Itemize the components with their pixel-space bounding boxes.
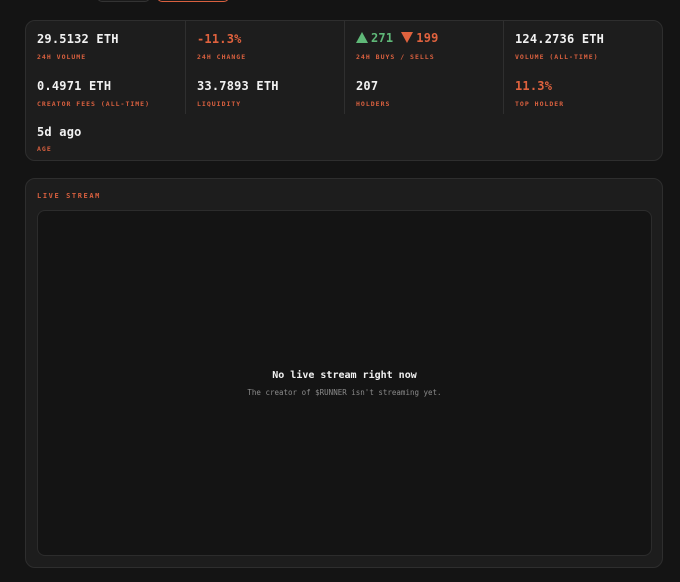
stat-24h-buys-sells: 271 199 24H BUYS / SELLS xyxy=(344,21,503,67)
stat-top-holder: 11.3% TOP HOLDER xyxy=(503,67,662,114)
top-tab-button-active[interactable] xyxy=(157,0,229,2)
stat-value: 33.7893 ETH xyxy=(197,79,279,93)
stat-label: TOP HOLDER xyxy=(515,100,565,108)
stat-holders: 207 HOLDERS xyxy=(344,67,503,114)
stat-label: HOLDERS xyxy=(356,100,391,108)
live-stream-panel: LIVE STREAM No live stream right now The… xyxy=(25,178,663,568)
stat-label: AGE xyxy=(37,145,52,153)
buys-count: 271 xyxy=(356,31,393,45)
empty-stream-subtitle: The creator of $RUNNER isn't streaming y… xyxy=(247,388,442,397)
stat-liquidity: 33.7893 ETH LIQUIDITY xyxy=(185,67,344,114)
top-tab-button[interactable] xyxy=(97,0,150,2)
stat-value: 11.3% xyxy=(515,79,553,93)
stat-label: VOLUME (ALL-TIME) xyxy=(515,53,599,61)
stat-value: 207 xyxy=(356,79,379,93)
stat-creator-fees: 0.4971 ETH CREATOR FEES (ALL-TIME) xyxy=(26,67,185,114)
stat-24h-volume: 29.5132 ETH 24H VOLUME xyxy=(26,26,185,72)
stat-label: 24H VOLUME xyxy=(37,53,87,61)
triangle-up-icon xyxy=(356,32,368,43)
stat-value: 124.2736 ETH xyxy=(515,32,605,46)
stat-24h-change: -11.3% 24H CHANGE xyxy=(185,21,344,67)
live-stream-player[interactable]: No live stream right now The creator of … xyxy=(37,210,652,556)
sells-count: 199 xyxy=(401,31,438,45)
stat-value: 5d ago xyxy=(37,125,82,139)
stat-label: LIQUIDITY xyxy=(197,100,242,108)
stat-label: CREATOR FEES (ALL-TIME) xyxy=(37,100,151,108)
live-stream-title: LIVE STREAM xyxy=(37,192,101,200)
stat-value: -11.3% xyxy=(197,32,242,46)
token-stats-panel: 29.5132 ETH 24H VOLUME -11.3% 24H CHANGE… xyxy=(25,20,663,161)
empty-stream-title: No live stream right now xyxy=(272,370,417,381)
stat-label: 24H BUYS / SELLS xyxy=(356,53,435,61)
stat-volume-all-time: 124.2736 ETH VOLUME (ALL-TIME) xyxy=(503,21,662,67)
stat-label: 24H CHANGE xyxy=(197,53,247,61)
stat-value: 0.4971 ETH xyxy=(37,79,112,93)
stat-value: 271 199 xyxy=(356,31,439,45)
stat-age: 5d ago AGE xyxy=(26,114,185,160)
stat-value: 29.5132 ETH xyxy=(37,32,119,46)
triangle-down-icon xyxy=(401,32,414,43)
